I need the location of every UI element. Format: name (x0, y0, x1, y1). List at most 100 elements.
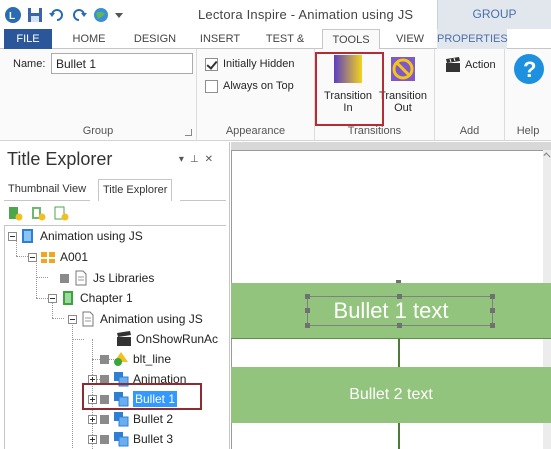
action-button[interactable]: Action (445, 57, 496, 73)
undo-icon[interactable] (48, 6, 66, 24)
customize-dropdown-icon[interactable] (114, 6, 124, 24)
collapse-icon[interactable] (8, 231, 17, 241)
resize-handle[interactable] (490, 308, 495, 313)
resize-handle[interactable] (305, 294, 310, 299)
canvas-top-strip (231, 142, 551, 150)
ribbon-group-help: ? Help (505, 49, 551, 141)
publish-globe-icon[interactable] (92, 6, 110, 24)
tree-connector (52, 318, 64, 319)
subtab-divider (180, 200, 226, 201)
checkbox-unchecked-icon[interactable] (205, 79, 218, 93)
tab-insert[interactable]: INSERT (194, 29, 246, 49)
resize-handle[interactable] (305, 323, 310, 328)
tree-item-title[interactable]: Animation using JS (8, 226, 143, 246)
always-on-top-checkbox[interactable]: Always on Top (205, 78, 294, 94)
page-canvas[interactable]: Bullet 1 text Bullet 2 text (231, 142, 551, 449)
ribbon-group-appearance: Initially Hidden Always on Top Appearanc… (197, 49, 315, 141)
add-page-icon[interactable] (8, 206, 23, 221)
ribbon-group-add: Action Add (435, 49, 505, 141)
action-clapperboard-icon (117, 331, 131, 346)
bullet-1-highlight (82, 383, 202, 410)
add-chapter-icon[interactable] (54, 206, 69, 221)
context-group-header: GROUP (437, 0, 551, 29)
dialog-launcher-icon[interactable] (185, 129, 192, 136)
help-icon: ? (514, 54, 544, 84)
always-on-top-label: Always on Top (223, 80, 294, 92)
title-tree: Animation using JS A001 Js Libraries Cha… (4, 225, 226, 449)
action-label: Action (465, 59, 496, 71)
tree-item-label: Js Libraries (93, 271, 155, 285)
expand-icon[interactable] (88, 434, 97, 444)
tab-file[interactable]: FILE (4, 29, 52, 49)
help-button[interactable]: ? (513, 53, 545, 88)
visibility-icon[interactable] (100, 354, 109, 364)
shape-icon (114, 352, 128, 366)
tree-item-bullet-2[interactable]: Bullet 2 (88, 409, 173, 429)
transitions-section-label: Transitions (347, 125, 402, 137)
collapse-icon[interactable] (28, 252, 37, 262)
tree-item-a001[interactable]: A001 (28, 247, 88, 267)
tree-connector (72, 318, 73, 448)
text-selection-frame[interactable] (307, 296, 493, 326)
clapperboard-icon (446, 57, 460, 72)
tab-properties[interactable]: PROPERTIES (437, 29, 508, 49)
tab-tools[interactable]: TOOLS (322, 29, 380, 50)
resize-handle[interactable] (490, 323, 495, 328)
tab-home[interactable]: HOME (64, 29, 114, 49)
tab-thumbnail-view[interactable]: Thumbnail View (4, 179, 91, 201)
name-field[interactable] (51, 53, 193, 74)
tab-test-survey[interactable]: TEST & SURV (250, 29, 320, 49)
window-title: Lectora Inspire - Animation using JS (198, 7, 414, 22)
tree-item-js-libraries[interactable]: Js Libraries (60, 268, 154, 288)
bullet-line-lower[interactable] (398, 423, 400, 449)
panel-title: Title Explorer (7, 149, 113, 169)
svg-text:?: ? (523, 57, 536, 82)
tree-item-label: OnShowRunAc (136, 332, 219, 346)
bullet-2-band[interactable]: Bullet 2 text (231, 367, 551, 423)
lectora-logo-icon[interactable]: L (4, 6, 22, 24)
tree-connector (36, 298, 48, 299)
resize-handle[interactable] (397, 294, 402, 299)
bullet-2-text[interactable]: Bullet 2 text (349, 386, 433, 404)
visibility-icon[interactable] (60, 273, 69, 283)
tree-item-onshowrunac[interactable]: OnShowRunAc (116, 329, 218, 349)
save-icon[interactable] (26, 6, 44, 24)
tree-item-label: Bullet 2 (133, 412, 174, 426)
resize-handle[interactable] (397, 323, 402, 328)
transition-out-label: Transition Out (379, 90, 427, 114)
tab-title-explorer[interactable]: Title Explorer (98, 179, 173, 201)
group-icon (114, 432, 129, 447)
panel-dropdown-icon[interactable]: ▾ (179, 154, 190, 165)
scroll-up-icon[interactable] (543, 152, 551, 160)
ribbon: Name: Group Initially Hidden Always on T… (0, 49, 551, 141)
tab-design[interactable]: DESIGN (126, 29, 184, 49)
visibility-icon[interactable] (100, 414, 109, 424)
tree-item-label: A001 (60, 250, 89, 264)
pin-icon[interactable]: ⊥ (190, 154, 205, 165)
collapse-icon[interactable] (48, 293, 57, 303)
tree-item-label: blt_line (133, 352, 172, 366)
tree-item-bullet-3[interactable]: Bullet 3 (88, 429, 173, 449)
bullet-line[interactable] (398, 339, 400, 367)
assignable-unit-icon (41, 252, 55, 263)
close-icon[interactable]: ✕ (205, 154, 219, 165)
collapse-icon[interactable] (68, 314, 77, 324)
initially-hidden-checkbox[interactable]: Initially Hidden (205, 56, 295, 72)
title-bar: L Lectora Inspire - Animation using JS G… (0, 0, 551, 29)
checkbox-checked-icon[interactable] (205, 57, 218, 71)
group-icon (114, 412, 129, 427)
ribbon-group-group: Name: Group (0, 49, 197, 141)
resize-handle[interactable] (305, 308, 310, 313)
add-section-icon[interactable] (31, 206, 46, 221)
tree-item-blt-line[interactable]: blt_line (100, 349, 171, 369)
tree-item-label: Animation using JS (100, 312, 203, 326)
redo-icon[interactable] (70, 6, 88, 24)
context-group-label: GROUP (472, 7, 517, 21)
tree-item-page[interactable]: Animation using JS (68, 309, 203, 329)
expand-icon[interactable] (88, 414, 97, 424)
tree-item-chapter-1[interactable]: Chapter 1 (48, 288, 133, 308)
tab-view[interactable]: VIEW (390, 29, 430, 49)
visibility-icon[interactable] (100, 434, 109, 444)
chapter-icon (63, 291, 73, 305)
resize-handle[interactable] (490, 294, 495, 299)
